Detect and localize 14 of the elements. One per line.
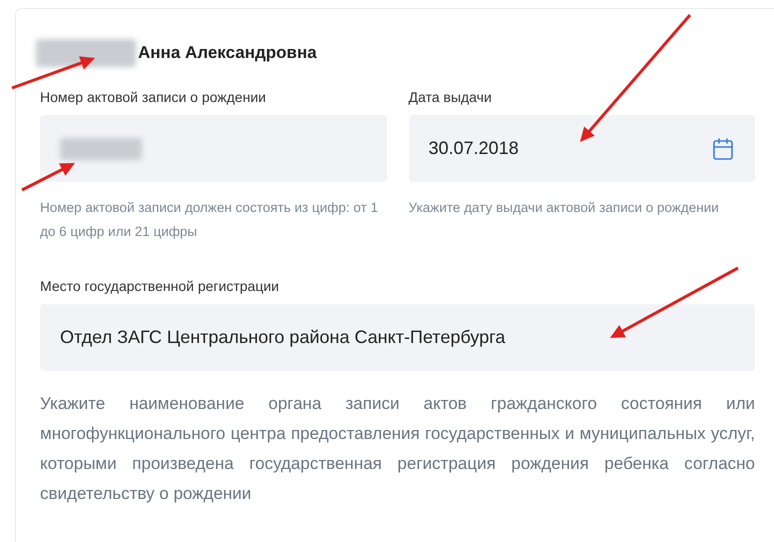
input-field[interactable]: Отдел ЗАГС Центрального района Санкт-Петербурга — [40, 304, 755, 371]
field-label: Дата выдачи — [408, 89, 493, 105]
field-hint: Номер актовой записи должен состоять из цифр: от 1 до 6 цифр или 21 цифры — [40, 199, 380, 241]
field-value: 30.07.2018 — [428, 138, 519, 159]
input-field[interactable] — [40, 115, 386, 182]
calendar-icon[interactable] — [711, 136, 735, 160]
person-name: Анна Александровна — [138, 43, 317, 63]
field-hint: Укажите дату выдачи актовой записи о рождении — [408, 199, 720, 217]
input-field[interactable]: 30.07.2018 — [408, 115, 755, 182]
field-hint: Укажите наименование органа записи актов гражданского состояния или многофункционального центра предоставления государственных и муниципальных услуг, которыми произведена государственная регистрация рождения ребенка согласно свидетельству о рождении — [40, 393, 755, 505]
field-value: Отдел ЗАГС Центрального района Санкт-Петербурга — [60, 327, 506, 348]
arrow-drawing — [21, 163, 75, 192]
field-label: Место государственной регистрации — [40, 278, 280, 294]
field-label: Номер актовой записи о рождении — [40, 89, 267, 105]
